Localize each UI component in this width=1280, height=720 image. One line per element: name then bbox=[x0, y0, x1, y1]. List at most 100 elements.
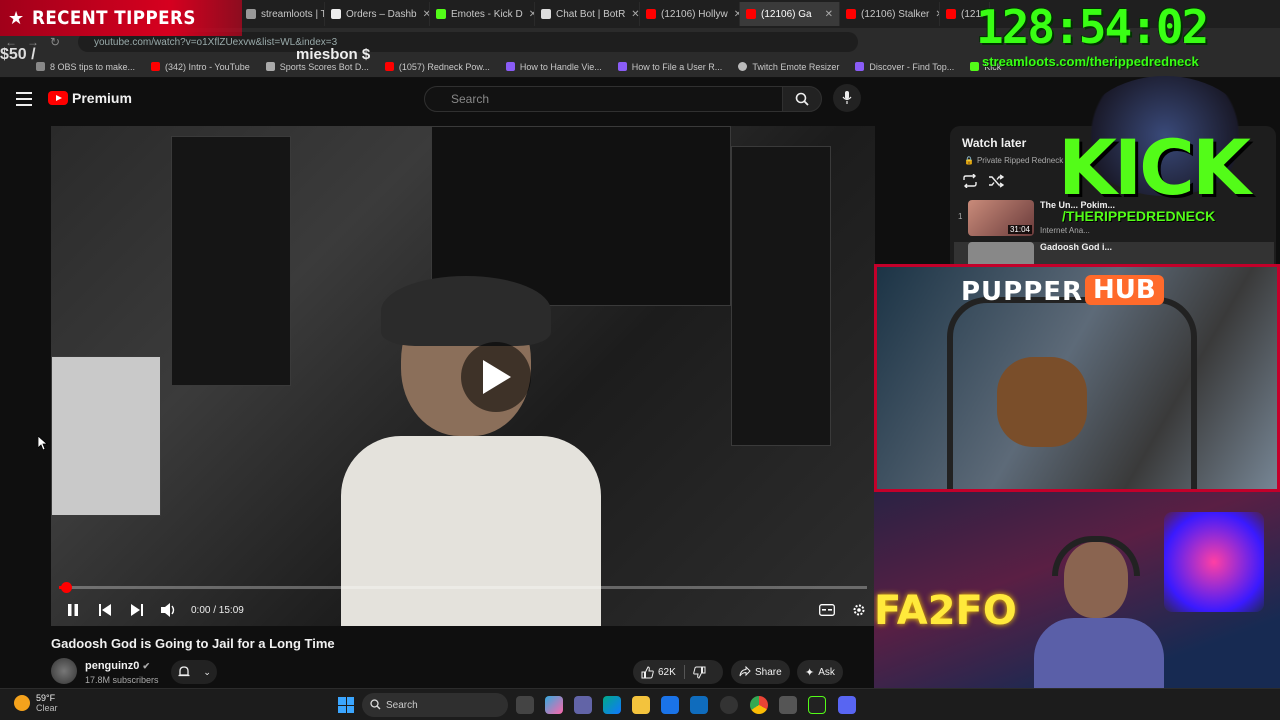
close-tab-icon[interactable]: ✕ bbox=[625, 9, 639, 20]
sparkle-icon: ✦ bbox=[805, 666, 815, 679]
edge-icon[interactable] bbox=[603, 696, 621, 714]
shuffle-icon[interactable] bbox=[988, 174, 1004, 188]
youtube-favicon-icon bbox=[746, 9, 756, 19]
close-tab-icon[interactable]: ✕ bbox=[929, 9, 939, 20]
playlist-controls bbox=[962, 174, 1004, 188]
like-divider bbox=[683, 665, 685, 679]
app-icon[interactable] bbox=[779, 696, 797, 714]
terminal-icon[interactable] bbox=[808, 696, 826, 714]
next-button[interactable] bbox=[121, 596, 153, 624]
browser-tab[interactable]: Orders – Dashb✕ bbox=[325, 2, 430, 26]
weather-widget[interactable]: 59°F Clear bbox=[14, 693, 58, 713]
browser-tab[interactable]: streamloots | Tr✕ bbox=[240, 2, 325, 26]
channel-row: penguinz0 ✔ 17.8M subscribers ⌄ 62K Shar… bbox=[51, 658, 881, 688]
next-icon bbox=[131, 604, 143, 616]
channel-name[interactable]: penguinz0 ✔ bbox=[85, 660, 150, 672]
copilot-icon[interactable] bbox=[545, 696, 563, 714]
microphone-icon bbox=[842, 91, 852, 104]
captions-icon bbox=[819, 604, 835, 616]
playlist-item-current[interactable]: Gadoosh God i... bbox=[954, 242, 1274, 266]
bookmark-item[interactable]: (342) Intro - YouTube bbox=[151, 62, 250, 72]
bookmark-item[interactable]: 8 OBS tips to make... bbox=[36, 62, 135, 72]
video-player[interactable]: 0:00 / 15:09 bbox=[51, 126, 875, 626]
file-explorer-icon[interactable] bbox=[632, 696, 650, 714]
task-view-icon[interactable] bbox=[516, 696, 534, 714]
subscriber-count: 17.8M subscribers bbox=[85, 675, 159, 685]
teams-icon[interactable] bbox=[574, 696, 592, 714]
recent-tippers-label: RECENT TIPPERS bbox=[32, 7, 196, 29]
like-button[interactable]: 62K bbox=[641, 665, 676, 679]
bookmark-item[interactable]: How to Handle Vie... bbox=[505, 62, 602, 72]
gear-icon bbox=[853, 604, 865, 616]
close-tab-icon[interactable]: ✕ bbox=[523, 9, 534, 20]
bookmark-item[interactable]: (1057) Redneck Pow... bbox=[384, 62, 490, 72]
browser-tab[interactable]: (12106) Hollyw✕ bbox=[640, 2, 740, 26]
tab-favicon-icon bbox=[331, 9, 341, 19]
browser-tab[interactable]: (12106) Stalker✕ bbox=[840, 2, 940, 26]
streamloots-url: streamloots.com/therippedredneck bbox=[982, 54, 1199, 69]
time-display: 0:00 / 15:09 bbox=[191, 604, 244, 616]
browser-tab-active[interactable]: (12106) Ga ✕ bbox=[740, 2, 840, 26]
tip-amount: $50 / bbox=[0, 46, 36, 63]
pause-icon bbox=[68, 604, 78, 616]
bookmark-item[interactable]: Sports Scores Bot D... bbox=[265, 62, 369, 72]
search-icon bbox=[795, 92, 809, 106]
video-title: Gadoosh God is Going to Jail for a Long … bbox=[51, 636, 335, 651]
play-overlay-button[interactable] bbox=[461, 342, 531, 412]
windows-start-icon[interactable] bbox=[338, 697, 354, 713]
like-dislike-group: 62K bbox=[633, 660, 723, 684]
bookmark-label: How to File a User R... bbox=[631, 61, 723, 72]
video-presenter bbox=[341, 276, 601, 626]
youtube-logo[interactable]: Premium bbox=[48, 90, 132, 106]
ask-button[interactable]: ✦ Ask bbox=[797, 660, 843, 684]
loop-icon[interactable] bbox=[962, 174, 978, 188]
kick-handle: /THERIPPEDREDNECK bbox=[1062, 208, 1216, 224]
taskbar-search[interactable]: Search bbox=[362, 693, 508, 717]
chrome-icon[interactable] bbox=[750, 696, 768, 714]
verified-check-icon: ✔ bbox=[142, 661, 150, 671]
youtube-favicon-icon bbox=[384, 62, 394, 71]
outlook-icon[interactable] bbox=[690, 696, 708, 714]
close-tab-icon[interactable]: ✕ bbox=[728, 9, 739, 20]
thumbs-down-icon[interactable] bbox=[693, 666, 706, 679]
browser-tab[interactable]: Chat Bot | BotR ✕ bbox=[535, 2, 640, 26]
channel-avatar[interactable] bbox=[51, 658, 77, 684]
progress-bar[interactable] bbox=[59, 582, 867, 593]
bookmark-item[interactable]: Twitch Emote Resizer bbox=[738, 62, 839, 72]
youtube-favicon-icon bbox=[846, 9, 856, 19]
ask-label: Ask bbox=[818, 666, 835, 678]
bookmark-item[interactable]: How to File a User R... bbox=[617, 61, 723, 72]
bookmark-favicon-icon bbox=[265, 62, 275, 71]
menu-icon[interactable] bbox=[16, 92, 32, 106]
notification-bell-button[interactable]: ⌄ bbox=[171, 660, 217, 684]
volume-button[interactable] bbox=[153, 596, 185, 624]
globe-icon bbox=[738, 62, 748, 71]
pupper-hub-badge: HUB bbox=[1085, 275, 1164, 305]
pause-button[interactable] bbox=[57, 596, 89, 624]
share-button[interactable]: Share bbox=[731, 660, 790, 684]
settings-button[interactable] bbox=[843, 596, 875, 624]
search-button[interactable] bbox=[782, 86, 822, 112]
bookmark-item[interactable]: Discover - Find Top... bbox=[855, 62, 954, 72]
taskbar: 59°F Clear Search bbox=[0, 688, 1280, 720]
browser-tab[interactable]: Emotes - Kick D✕ bbox=[430, 2, 535, 26]
bookmark-label: Discover - Find Top... bbox=[869, 61, 955, 72]
store-icon[interactable] bbox=[661, 696, 679, 714]
youtube-play-logo-icon bbox=[48, 91, 68, 105]
progress-scrubber[interactable] bbox=[61, 582, 72, 593]
close-tab-icon[interactable]: ✕ bbox=[819, 9, 833, 20]
voice-search-button[interactable] bbox=[833, 84, 861, 112]
player-controls: 0:00 / 15:09 bbox=[51, 596, 875, 624]
twitch-favicon-icon bbox=[505, 62, 515, 71]
playlist-title[interactable]: Watch later bbox=[962, 136, 1026, 150]
lock-icon: 🔒 bbox=[964, 156, 974, 165]
captions-button[interactable] bbox=[811, 596, 843, 624]
reload-icon[interactable]: ↻ bbox=[44, 35, 66, 49]
tab-label: streamloots | Tr bbox=[261, 8, 325, 20]
previous-button[interactable] bbox=[89, 596, 121, 624]
item-title: Gadoosh God i... bbox=[1040, 242, 1112, 252]
obs-icon[interactable] bbox=[720, 696, 738, 714]
discord-icon[interactable] bbox=[838, 696, 856, 714]
search-input[interactable]: Search bbox=[424, 86, 784, 112]
close-tab-icon[interactable]: ✕ bbox=[417, 9, 429, 20]
